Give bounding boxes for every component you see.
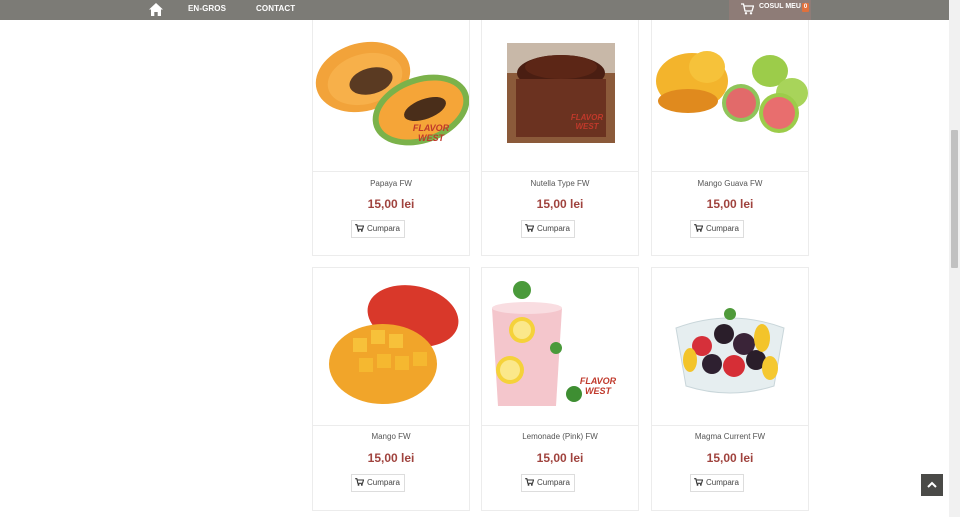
cart-icon xyxy=(694,224,704,232)
product-card[interactable]: Mango FW 15,00 lei Cumpara xyxy=(312,267,470,511)
product-image-papaya[interactable]: FLAVOR WEST xyxy=(313,15,469,169)
product-watermark: FLAVOR WEST xyxy=(579,376,617,396)
buy-button-label: Cumpara xyxy=(706,478,739,487)
nav-link-contact[interactable]: Contact xyxy=(256,4,295,13)
cart-icon xyxy=(525,224,535,232)
divider xyxy=(482,171,638,172)
product-price: 15,00 lei xyxy=(367,197,415,211)
product-price: 15,00 lei xyxy=(706,197,754,211)
product-name[interactable]: Mango FW xyxy=(313,432,469,441)
buy-button-label: Cumpara xyxy=(537,224,570,233)
product-card[interactable]: FLAVOR WEST Nutella Type FW 15,00 lei Cu… xyxy=(481,14,639,256)
product-name[interactable]: Nutella Type FW xyxy=(482,179,638,188)
product-price: 15,00 lei xyxy=(536,197,584,211)
product-name[interactable]: Lemonade (Pink) FW xyxy=(482,432,638,441)
buy-button[interactable]: Cumpara xyxy=(351,220,405,238)
cart-icon xyxy=(694,478,704,486)
buy-button[interactable]: Cumpara xyxy=(521,474,575,492)
product-card[interactable]: Magma Current FW 15,00 lei Cumpara xyxy=(651,267,809,511)
top-navbar: En-gros Contact Cosul meu 0 xyxy=(0,0,949,20)
product-name[interactable]: Papaya FW xyxy=(313,179,469,188)
product-image-magma-current[interactable] xyxy=(652,268,808,422)
back-to-top-button[interactable] xyxy=(921,474,943,496)
page-scrollbar[interactable] xyxy=(949,0,960,517)
product-name[interactable]: Mango Guava FW xyxy=(652,179,808,188)
buy-button-label: Cumpara xyxy=(367,224,400,233)
divider xyxy=(652,425,808,426)
divider xyxy=(482,425,638,426)
buy-button[interactable]: Cumpara xyxy=(351,474,405,492)
home-icon[interactable] xyxy=(149,3,163,16)
buy-button[interactable]: Cumpara xyxy=(690,220,744,238)
product-image-mango-guava[interactable] xyxy=(652,15,808,169)
product-card[interactable]: Mango Guava FW 15,00 lei Cumpara xyxy=(651,14,809,256)
cart-icon xyxy=(355,224,365,232)
product-price: 15,00 lei xyxy=(367,451,415,465)
buy-button-label: Cumpara xyxy=(706,224,739,233)
cart-label: Cosul meu xyxy=(759,3,801,10)
buy-button[interactable]: Cumpara xyxy=(521,220,575,238)
product-price: 15,00 lei xyxy=(706,451,754,465)
product-image-mango[interactable] xyxy=(313,268,469,422)
cart-count-badge: 0 xyxy=(802,3,809,12)
product-image-nutella[interactable]: FLAVOR WEST xyxy=(482,15,638,169)
chevron-up-icon xyxy=(927,481,937,488)
product-card[interactable]: FLAVOR WEST Lemonade (Pink) FW 15,00 lei… xyxy=(481,267,639,511)
buy-button[interactable]: Cumpara xyxy=(690,474,744,492)
divider xyxy=(313,171,469,172)
cart-icon xyxy=(525,478,535,486)
product-watermark: FLAVOR WEST xyxy=(570,113,604,131)
nav-link-en-gros[interactable]: En-gros xyxy=(188,4,226,13)
buy-button-label: Cumpara xyxy=(367,478,400,487)
divider xyxy=(313,425,469,426)
scrollbar-thumb[interactable] xyxy=(951,130,958,268)
product-name[interactable]: Magma Current FW xyxy=(652,432,808,441)
product-price: 15,00 lei xyxy=(536,451,584,465)
product-watermark: FLAVOR WEST xyxy=(412,123,450,143)
cart-icon xyxy=(355,478,365,486)
cart-icon xyxy=(741,3,754,15)
cart-button[interactable]: Cosul meu 0 xyxy=(729,0,811,20)
divider xyxy=(652,171,808,172)
product-card[interactable]: FLAVOR WEST Papaya FW 15,00 lei Cumpara xyxy=(312,14,470,256)
buy-button-label: Cumpara xyxy=(537,478,570,487)
product-image-lemonade[interactable]: FLAVOR WEST xyxy=(482,268,638,422)
